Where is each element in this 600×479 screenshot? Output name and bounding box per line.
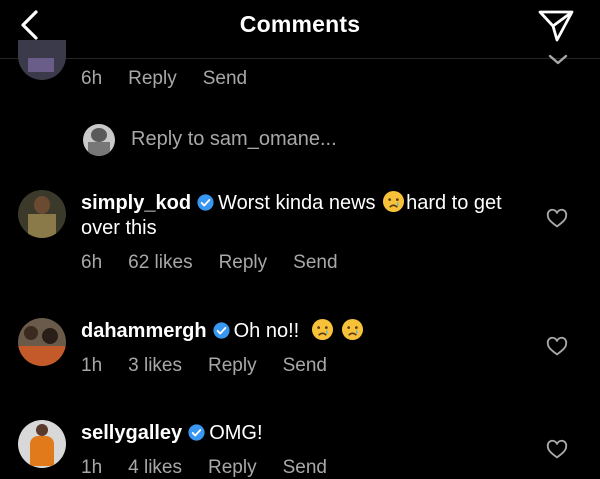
likes-count[interactable]: 62 likes <box>128 252 192 273</box>
comments-header: Comments <box>0 0 600 59</box>
heart-icon[interactable] <box>546 439 568 461</box>
reply-button[interactable]: Reply <box>128 68 177 89</box>
chevron-down-icon[interactable] <box>548 53 568 65</box>
verified-badge-icon <box>197 194 214 211</box>
comment-body: Worst kinda news <box>218 192 376 214</box>
send-button[interactable]: Send <box>203 68 247 89</box>
likes-count[interactable]: 3 likes <box>128 355 182 376</box>
paper-plane-icon[interactable] <box>537 8 575 44</box>
comment-text: dahammergh Oh no!! <box>81 318 521 344</box>
heart-icon[interactable] <box>546 336 568 358</box>
avatar <box>83 124 115 156</box>
heart-icon[interactable] <box>546 208 568 230</box>
avatar[interactable] <box>18 420 66 468</box>
send-button[interactable]: Send <box>293 252 337 273</box>
crying-face-icon <box>383 190 405 213</box>
verified-badge-icon <box>188 424 205 441</box>
send-button[interactable]: Send <box>283 457 327 478</box>
avatar[interactable] <box>18 318 66 366</box>
comment-time: 6h <box>81 252 103 273</box>
crying-face-icon <box>342 318 364 341</box>
page-title: Comments <box>239 11 361 37</box>
verified-badge-icon <box>213 322 230 339</box>
reply-button[interactable]: Reply <box>219 252 268 273</box>
avatar[interactable] <box>18 190 66 238</box>
comment-meta: 6h 62 likes Reply Send <box>81 252 364 274</box>
comment-username[interactable]: sellygalley <box>81 422 182 444</box>
comment-meta: 1h 4 likes Reply Send <box>81 457 353 479</box>
comment-time: 1h <box>81 355 103 376</box>
reply-button[interactable]: Reply <box>208 457 257 478</box>
comment-username[interactable]: simply_kod <box>81 192 191 214</box>
likes-count[interactable]: 4 likes <box>128 457 182 478</box>
crying-face-icon <box>311 318 333 341</box>
comment-meta: 1h 3 likes Reply Send <box>81 355 353 377</box>
comment-meta: 6h Reply Send <box>81 68 273 90</box>
avatar[interactable] <box>18 40 66 80</box>
comment-text: sellygalley OMG! <box>81 421 521 446</box>
comment-body: Oh no!! <box>233 320 300 342</box>
comment-username[interactable]: dahammergh <box>81 320 207 342</box>
comment-time: 6h <box>81 68 103 89</box>
reply-input[interactable]: Reply to sam_omane... <box>131 128 337 151</box>
comment-text: simply_kod Worst kinda news hard to get o… <box>81 190 521 241</box>
comment-body: OMG! <box>209 422 263 444</box>
reply-button[interactable]: Reply <box>208 355 257 376</box>
comment-time: 1h <box>81 457 103 478</box>
send-button[interactable]: Send <box>283 355 327 376</box>
